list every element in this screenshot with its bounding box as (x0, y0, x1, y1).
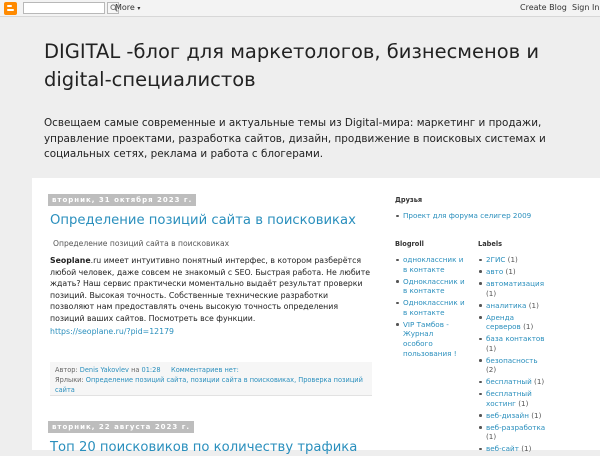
post-labels-line: Ярлыки: Определение позиций сайта, позиц… (55, 375, 367, 395)
label-item[interactable]: веб-разработка (1) (478, 423, 546, 442)
sign-in-link[interactable]: Sign In (572, 3, 599, 12)
post-subtitle: Определение позиций сайта в поисковиках (53, 239, 230, 248)
label-item-count: (1) (507, 255, 518, 264)
label-item-count: (1) (528, 300, 539, 310)
post-author-line: Автор: Denis Yakovlev на 01:28 Комментар… (55, 365, 367, 375)
friends-list: Проект для форума селигер 2009 (395, 211, 555, 223)
label-item-count: (2) (486, 365, 497, 375)
label-item-name[interactable]: веб-разработка (486, 423, 545, 432)
label-item-name[interactable]: автоматизация (486, 279, 544, 288)
label-item[interactable]: автоматизация (1) (478, 279, 546, 298)
label-item[interactable]: веб-сайт (1) (478, 444, 546, 454)
post-body: Seoplane.ru имеет интуитивно понятный ин… (50, 255, 372, 325)
navbar-search-input[interactable] (23, 2, 105, 14)
label-item-name[interactable]: безопасность (486, 356, 538, 365)
label-item[interactable]: безопасность (2) (478, 356, 546, 375)
label-item-count: (1) (534, 377, 545, 387)
label-item-name[interactable]: 2ГИС (486, 255, 505, 264)
label-item[interactable]: Аренда серверов (1) (478, 313, 546, 332)
post-footer: Автор: Denis Yakovlev на 01:28 Комментар… (50, 362, 372, 396)
label-item[interactable]: 2ГИС (1) (478, 255, 546, 265)
create-blog-link[interactable]: Create Blog (520, 3, 567, 12)
label-item[interactable]: аналитика (1) (478, 301, 546, 311)
label-item[interactable]: авто (1) (478, 267, 546, 277)
chevron-down-icon: ▾ (137, 5, 141, 12)
label-item-count: (1) (505, 266, 516, 276)
blogroll-item[interactable]: Одноклассник и в контакте (395, 298, 465, 317)
labels-prefix: Ярлыки: (55, 376, 84, 384)
label-item-count: (1) (486, 343, 497, 353)
label-item[interactable]: бесплатный хостинг (1) (478, 389, 546, 408)
post-date-header: вторник, 31 октября 2023 г. (48, 194, 197, 206)
post-body-text: .ru имеет интуитивно понятный интерфес, … (50, 256, 371, 323)
post-author-link[interactable]: Denis Yakovlev (80, 366, 129, 374)
labels-list: 2ГИС (1) авто (1) автоматизация (1) аналити… (478, 255, 546, 456)
label-item-name[interactable]: веб-дизайн (486, 411, 529, 420)
label-item-name[interactable]: веб-сайт (486, 444, 519, 453)
post-title[interactable]: Определение позиций сайта в поисковиках (50, 213, 356, 229)
post-title[interactable]: Топ 20 поисковиков по количеству трафика (50, 440, 357, 456)
time-prefix: на (131, 366, 140, 374)
label-item-name[interactable]: бесплатный (486, 377, 532, 386)
label-item-count: (1) (523, 322, 534, 332)
label-item-count: (1) (521, 444, 532, 454)
blogger-navbar: More ▾ Create Blog Sign In (0, 0, 600, 17)
label-item[interactable]: бесплатный (1) (478, 377, 546, 387)
post-external-link[interactable]: https://seoplane.ru/?pid=12179 (50, 327, 174, 336)
blogroll-item[interactable]: Одноклассник и в контакте (395, 277, 465, 296)
post-body-brand: Seoplane (50, 256, 91, 265)
label-item-name[interactable]: база контактов (486, 334, 545, 343)
author-prefix: Автор: (55, 366, 78, 374)
blog-description: Освещаем самые современные и актуальные … (44, 117, 546, 160)
post-time-link[interactable]: 01:28 (142, 366, 161, 374)
sidebar-heading-friends: Друзья (395, 196, 423, 204)
sidebar-heading-labels: Labels (478, 240, 503, 248)
friends-item[interactable]: Проект для форума селигер 2009 (395, 211, 555, 221)
label-item-name[interactable]: авто (486, 267, 503, 276)
label-item-count: (1) (486, 432, 497, 442)
blogroll-item[interactable]: одноклассник и в контакте (395, 255, 465, 274)
blog-title[interactable]: DIGITAL -блог для маркетологов, бизнесме… (44, 38, 564, 94)
post-labels-links[interactable]: Определение позиций сайта, позиции сайта… (55, 376, 363, 394)
label-item-count: (1) (486, 288, 497, 298)
post-date-header: вторник, 22 августа 2023 г. (48, 421, 195, 433)
blogroll-list: одноклассник и в контакте Одноклассник и… (395, 255, 465, 361)
label-item[interactable]: база контактов (1) (478, 334, 546, 353)
label-item-count: (1) (531, 410, 542, 420)
label-item-name[interactable]: Аренда серверов (486, 313, 521, 332)
post-comments-link[interactable]: Комментариев нет: (171, 366, 239, 374)
label-item[interactable]: веб-дизайн (1) (478, 411, 546, 421)
label-item-name[interactable]: аналитика (486, 301, 526, 310)
navbar-more-menu[interactable]: More ▾ (115, 3, 140, 12)
sidebar-heading-blogroll: Blogroll (395, 240, 424, 248)
more-label: More (115, 3, 135, 12)
blogroll-item[interactable]: VIP Тамбов - Журнал особого пользования … (395, 320, 465, 358)
label-item-count: (1) (518, 398, 529, 408)
blogger-icon[interactable] (4, 2, 17, 15)
